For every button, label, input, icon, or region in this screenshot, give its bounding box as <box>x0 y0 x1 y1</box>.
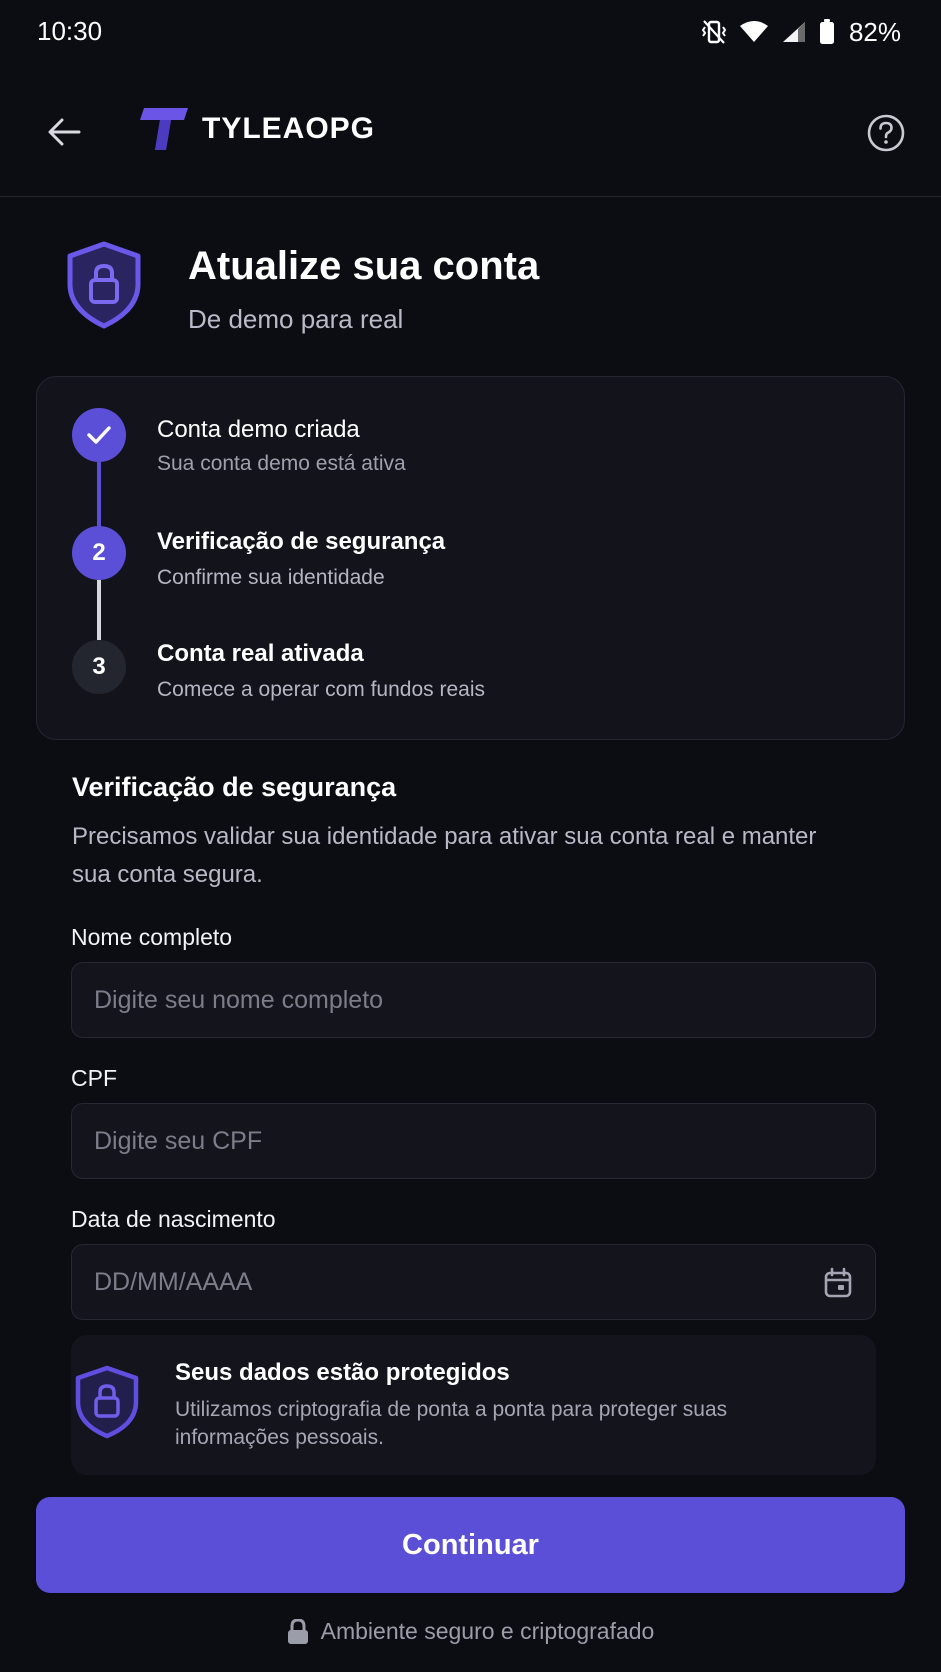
birth-date-input[interactable] <box>94 1267 853 1297</box>
shield-lock-icon <box>74 1364 140 1445</box>
battery-percentage: 82% <box>848 16 901 47</box>
security-footer: Ambiente seguro e criptografado <box>0 1618 941 1645</box>
brand-logo-icon <box>140 108 188 150</box>
back-arrow-icon <box>48 118 81 146</box>
page-subtitle: De demo para real <box>188 304 404 334</box>
birth-date-label: Data de nascimento <box>71 1206 276 1232</box>
wifi-icon <box>739 21 768 42</box>
shield-lock-icon <box>66 240 142 335</box>
vibrate-icon <box>701 20 727 44</box>
step-2-active-indicator: 2 <box>72 526 126 580</box>
signal-icon <box>782 22 805 42</box>
battery-icon <box>819 19 834 44</box>
protection-description: Utilizamos criptografia de ponta a ponta… <box>175 1398 728 1449</box>
cpf-input[interactable] <box>94 1126 853 1156</box>
security-footer-text: Ambiente seguro e criptografado <box>320 1618 655 1644</box>
cpf-field[interactable] <box>71 1103 876 1179</box>
calendar-icon[interactable] <box>823 1267 853 1299</box>
step-3-title: Conta real ativada <box>157 640 364 667</box>
brand-name: TYLEAOPG <box>202 112 376 145</box>
help-icon <box>867 114 905 152</box>
status-time: 10:30 <box>37 16 103 46</box>
name-input[interactable] <box>94 985 853 1015</box>
header-divider <box>0 196 941 197</box>
check-icon <box>87 426 111 444</box>
help-button[interactable] <box>863 110 909 156</box>
cpf-label: CPF <box>71 1065 117 1091</box>
lock-icon <box>287 1618 308 1644</box>
back-button[interactable] <box>36 108 92 156</box>
step-2-description: Confirme sua identidade <box>157 566 385 589</box>
step-1-title: Conta demo criada <box>157 416 360 443</box>
brand-logo: TYLEAOPG <box>140 106 375 152</box>
step-1-description: Sua conta demo está ativa <box>157 452 406 475</box>
name-field[interactable] <box>71 962 876 1038</box>
step-2-title: Verificação de segurança <box>157 528 446 555</box>
step-1-done-indicator <box>72 408 126 462</box>
step-3-pending-indicator: 3 <box>72 640 126 694</box>
section-description: Precisamos validar sua identidade para a… <box>72 823 817 888</box>
protection-title: Seus dados estão protegidos <box>175 1359 510 1386</box>
status-icons: 82% <box>701 14 901 50</box>
section-title: Verificação de segurança <box>72 772 397 802</box>
page-title: Atualize sua conta <box>188 244 540 288</box>
step-connector-2 <box>97 580 101 640</box>
step-3-description: Comece a operar com fundos reais <box>157 678 485 701</box>
continue-button[interactable]: Continuar <box>36 1497 905 1593</box>
birth-date-field[interactable] <box>71 1244 876 1320</box>
name-label: Nome completo <box>71 924 233 950</box>
